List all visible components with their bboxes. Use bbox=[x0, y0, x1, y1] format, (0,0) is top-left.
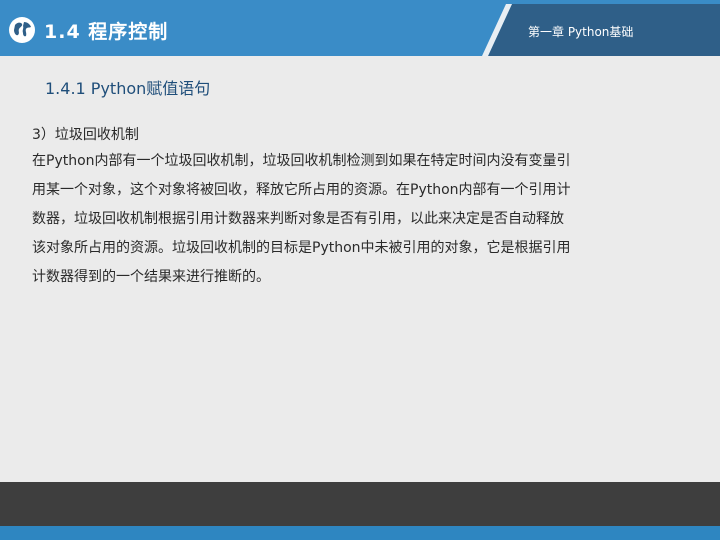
paragraph-line: 该对象所占用的资源。垃圾回收机制的目标是Python中未被引用的对象，它是根据引… bbox=[32, 240, 571, 256]
paragraph-line: 计数器得到的一个结果来进行推断的。 bbox=[32, 269, 270, 285]
paragraph-line: 在Python内部有一个垃圾回收机制，垃圾回收机制检测到如果在特定时间内没有变量… bbox=[32, 153, 571, 169]
chapter-label: 第一章 Python基础 bbox=[528, 25, 634, 39]
globe-icon bbox=[8, 16, 36, 44]
point-title: 3）垃圾回收机制 bbox=[32, 127, 139, 143]
section-title: 1.4 程序控制 bbox=[44, 21, 169, 43]
body-paragraph: 在Python内部有一个垃圾回收机制，垃圾回收机制检测到如果在特定时间内没有变量… bbox=[32, 150, 652, 295]
paragraph-line: 用某一个对象，这个对象将被回收，释放它所占用的资源。在Python内部有一个引用… bbox=[32, 182, 571, 198]
footer-accent-strip bbox=[0, 526, 720, 540]
paragraph-line: 数器，垃圾回收机制根据引用计数器来判断对象是否有引用，以此来决定是否自动释放 bbox=[32, 211, 564, 227]
subheading: 1.4.1 Python赋值语句 bbox=[45, 79, 211, 98]
header-bar: 1.4 程序控制 第一章 Python基础 bbox=[0, 0, 720, 56]
footer-bar bbox=[0, 482, 720, 526]
